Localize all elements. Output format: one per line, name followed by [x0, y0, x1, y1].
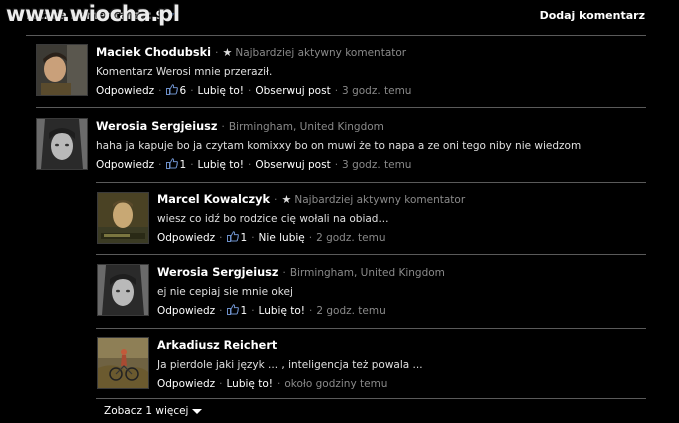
like-link[interactable]: Nie lubię: [259, 232, 305, 244]
avatar[interactable]: [97, 192, 149, 244]
reply-link[interactable]: Odpowiedz: [157, 232, 215, 244]
show-more-button[interactable]: Zobacz 1 więcej: [104, 405, 203, 417]
avatar[interactable]: [36, 118, 88, 170]
avatar[interactable]: [97, 337, 149, 389]
like-link[interactable]: Lubię to!: [198, 159, 244, 171]
likes-count[interactable]: 6: [180, 85, 187, 97]
likes-count[interactable]: 1: [180, 159, 187, 171]
follow-post-link[interactable]: Obserwuj post: [255, 159, 330, 171]
comment-time[interactable]: 3 godz. temu: [342, 85, 411, 97]
thumbs-up-icon: [165, 158, 178, 169]
comment-author[interactable]: Maciek Chodubski: [96, 46, 211, 59]
divider: [96, 328, 646, 329]
chevron-down-icon: [192, 408, 203, 414]
reply-link[interactable]: Odpowiedz: [96, 159, 154, 171]
comment-text: Ja pierdole jaki język ... , inteligencj…: [157, 359, 423, 371]
comment-body: Werosia Sergjeiusz · Birmingham, United Ki…: [157, 266, 445, 317]
divider: [36, 107, 646, 108]
thumbs-up-icon: [165, 84, 178, 95]
like-link[interactable]: Lubię to!: [198, 85, 244, 97]
show-more-label: Zobacz 1 więcej: [104, 405, 189, 417]
comment-text: haha ja kapuje bo ja czytam komixxy bo o…: [96, 140, 582, 152]
comment-body: Werosia Sergjeiusz · Birmingham, United Ki…: [96, 120, 582, 171]
comment-time[interactable]: około godziny temu: [284, 378, 387, 390]
comment-time[interactable]: 2 godz. temu: [316, 305, 385, 317]
add-comment-button[interactable]: Dodaj komentarz: [540, 9, 645, 22]
like-link[interactable]: Lubię to!: [227, 378, 273, 390]
comment-author[interactable]: Werosia Sergjeiusz: [157, 266, 278, 279]
thumbs-up-icon: [226, 231, 239, 242]
comment-time[interactable]: 3 godz. temu: [342, 159, 411, 171]
comment-time[interactable]: 2 godz. temu: [316, 232, 385, 244]
avatar[interactable]: [36, 44, 88, 96]
site-watermark: www.wiocha.pl: [6, 2, 180, 26]
comment-meta: Najbardziej aktywny komentator: [294, 194, 466, 206]
divider: [96, 398, 646, 399]
divider: [96, 182, 646, 183]
star-icon: ★: [222, 46, 233, 59]
comment-text: Komentarz Werosi mnie przeraził.: [96, 66, 273, 78]
reply-link[interactable]: Odpowiedz: [157, 305, 215, 317]
avatar[interactable]: [97, 264, 149, 316]
star-icon: ★: [281, 193, 292, 206]
comment-body: Marcel Kowalczyk · ★ Najbardziej aktywny ko…: [157, 193, 466, 244]
comment-meta: Najbardziej aktywny komentator: [235, 47, 407, 59]
comment-body: Maciek Chodubski · ★ Najbardziej aktywny ko…: [96, 46, 412, 97]
likes-count[interactable]: 1: [241, 232, 248, 244]
comment-meta: Birmingham, United Kingdom: [228, 121, 384, 133]
comment-author[interactable]: Werosia Sergjeiusz: [96, 120, 217, 133]
likes-count[interactable]: 1: [241, 305, 248, 317]
comment-author[interactable]: Arkadiusz Reichert: [157, 339, 277, 352]
thumbs-up-icon: [226, 304, 239, 315]
reply-link[interactable]: Odpowiedz: [96, 85, 154, 97]
comment-text: ej nie cepiaj sie mnie okej: [157, 286, 293, 298]
comment-body: Arkadiusz Reichert Ja pierdole jaki języ…: [157, 339, 423, 390]
comment-author[interactable]: Marcel Kowalczyk: [157, 193, 270, 206]
like-link[interactable]: Lubię to!: [259, 305, 305, 317]
divider: [96, 254, 646, 255]
follow-post-link[interactable]: Obserwuj post: [255, 85, 330, 97]
divider: [26, 35, 646, 36]
comment-meta: Birmingham, United Kingdom: [289, 267, 445, 279]
reply-link[interactable]: Odpowiedz: [157, 378, 215, 390]
comment-text: wiesz co idź bo rodzice cię wołali na ob…: [157, 213, 389, 225]
